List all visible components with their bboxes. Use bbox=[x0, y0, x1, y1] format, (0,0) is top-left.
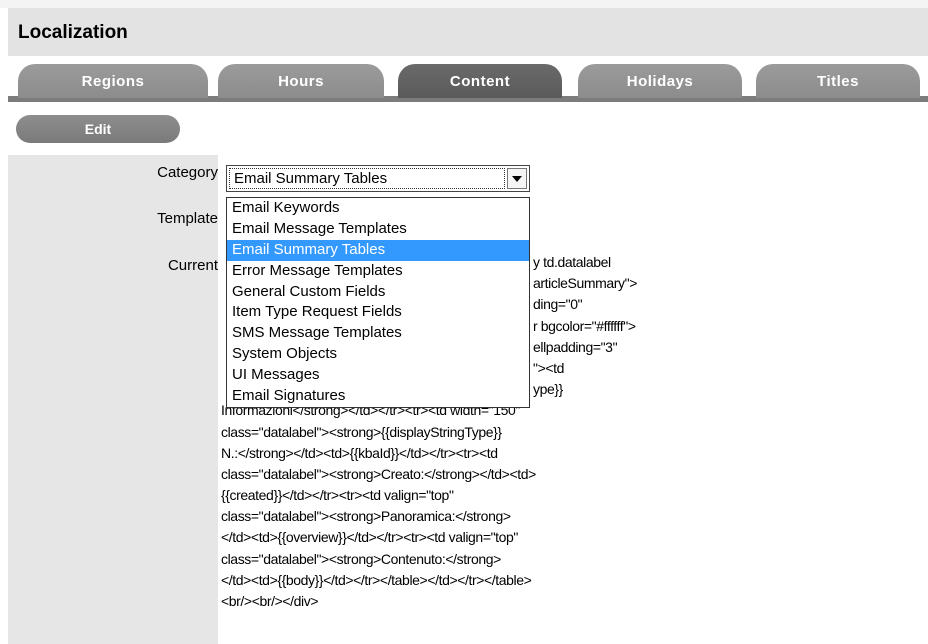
content-line: class="datalabel"><strong>Panoramica:</s… bbox=[221, 508, 511, 525]
dropdown-option[interactable]: Item Type Request Fields bbox=[227, 302, 529, 323]
dropdown-option[interactable]: General Custom Fields bbox=[227, 282, 529, 303]
chevron-down-icon bbox=[512, 176, 522, 182]
content-line: {{created}}</td></tr><tr><td valign="top… bbox=[221, 487, 454, 504]
tab-hours[interactable]: Hours bbox=[218, 64, 384, 98]
dropdown-option[interactable]: Email Signatures bbox=[227, 386, 529, 407]
content-line: N.:</strong></td><td>{{kbaId}}</td></tr>… bbox=[221, 444, 498, 461]
content-line: class="datalabel"><strong>{{displayStrin… bbox=[221, 423, 502, 440]
dropdown-option[interactable]: Email Message Templates bbox=[227, 219, 529, 240]
current-label: Current bbox=[167, 257, 218, 274]
category-dropdown-list: Email Keywords Email Message Templates E… bbox=[226, 197, 530, 408]
tab-titles[interactable]: Titles bbox=[756, 64, 920, 98]
dropdown-option[interactable]: SMS Message Templates bbox=[227, 323, 529, 344]
form-label-column: Category Template Current bbox=[8, 155, 218, 644]
category-select[interactable]: Email Summary Tables bbox=[226, 165, 530, 192]
dropdown-option[interactable]: System Objects bbox=[227, 344, 529, 365]
content-line: </td><td>{{body}}</td></tr></table></td>… bbox=[221, 571, 532, 588]
tab-content[interactable]: Content bbox=[398, 64, 562, 98]
page-header: Localization bbox=[8, 8, 928, 56]
content-line: class="datalabel"><strong>Creato:</stron… bbox=[221, 465, 536, 482]
page-title: Localization bbox=[18, 22, 128, 43]
dropdown-option[interactable]: Error Message Templates bbox=[227, 261, 529, 282]
top-strip bbox=[0, 0, 928, 8]
content-line: <br/><br/></div> bbox=[221, 593, 319, 609]
edit-button[interactable]: Edit bbox=[16, 115, 180, 143]
dropdown-option[interactable]: UI Messages bbox=[227, 365, 529, 386]
template-label: Template bbox=[157, 210, 218, 227]
category-select-toggle[interactable] bbox=[507, 168, 527, 189]
category-select-value: Email Summary Tables bbox=[229, 168, 505, 189]
tab-holidays[interactable]: Holidays bbox=[578, 64, 742, 98]
content-line: class="datalabel"><strong>Contenuto:</st… bbox=[221, 550, 501, 567]
category-label: Category bbox=[157, 164, 218, 181]
tab-regions[interactable]: Regions bbox=[18, 64, 208, 98]
dropdown-option-selected[interactable]: Email Summary Tables bbox=[227, 239, 529, 261]
dropdown-option[interactable]: Email Keywords bbox=[227, 198, 529, 219]
content-line: </td><td>{{overview}}</td></tr><tr><td v… bbox=[221, 529, 518, 546]
